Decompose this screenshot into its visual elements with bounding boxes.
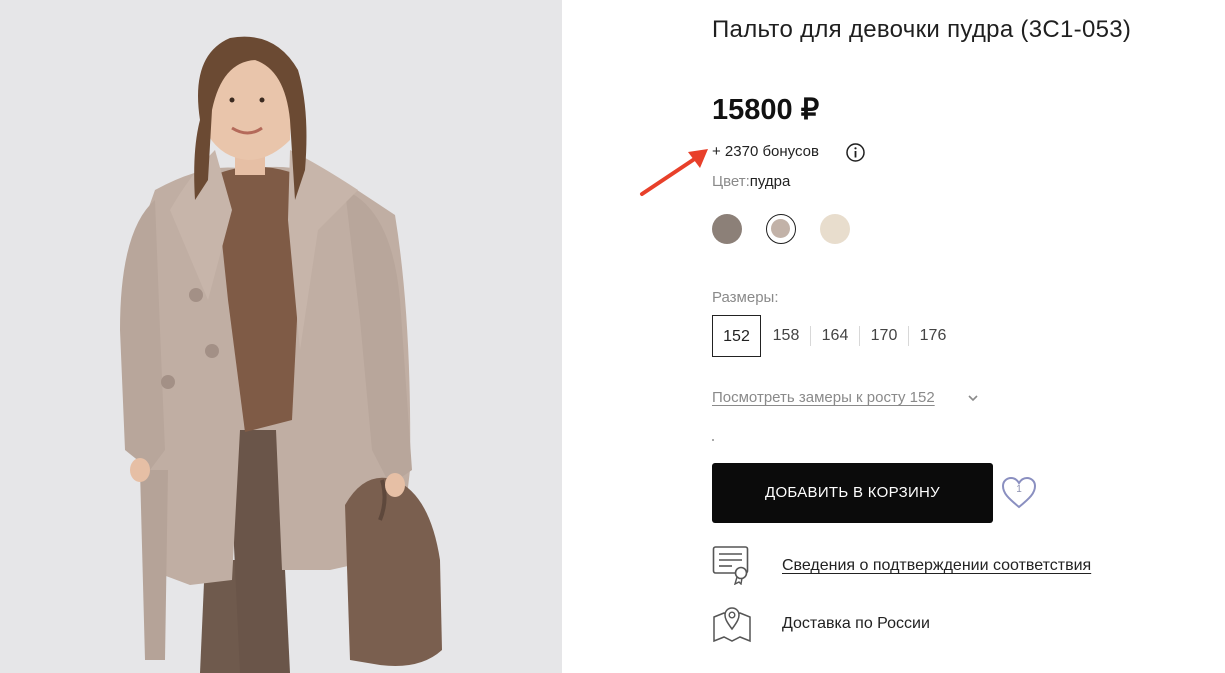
swatch-cream[interactable] bbox=[820, 214, 850, 244]
size-divider bbox=[810, 326, 811, 346]
swatch-powder[interactable] bbox=[766, 214, 796, 244]
delivery-info[interactable]: Доставка по России bbox=[782, 615, 930, 633]
color-label: Цвет: bbox=[712, 173, 750, 190]
info-icon[interactable] bbox=[846, 143, 865, 162]
sizes-label: Размеры: bbox=[712, 289, 779, 306]
divider-dot bbox=[712, 439, 714, 441]
chevron-down-icon[interactable] bbox=[968, 394, 978, 402]
certificate-icon bbox=[712, 546, 749, 585]
product-title: Пальто для девочки пудра (3С1-053) bbox=[712, 16, 1132, 43]
wishlist-count: 1 bbox=[1016, 484, 1022, 495]
product-price: 15800 ₽ bbox=[712, 94, 820, 126]
size-option[interactable]: 176 bbox=[910, 315, 956, 357]
certificate-link[interactable]: Сведения о подтверждении соответствия bbox=[782, 557, 1091, 575]
size-option[interactable]: 158 bbox=[763, 315, 809, 357]
swatch-taupe[interactable] bbox=[712, 214, 742, 244]
size-divider bbox=[908, 326, 909, 346]
bonus-points: + 2370 бонусов bbox=[712, 143, 819, 160]
measurements-link[interactable]: Посмотреть замеры к росту 152 bbox=[712, 389, 935, 406]
size-option[interactable]: 152 bbox=[712, 315, 761, 357]
color-line: Цвет:пудра bbox=[712, 173, 790, 190]
size-option[interactable]: 164 bbox=[812, 315, 858, 357]
add-to-cart-button[interactable]: ДОБАВИТЬ В КОРЗИНУ bbox=[712, 463, 993, 523]
size-divider bbox=[859, 326, 860, 346]
annotation-arrow-icon bbox=[640, 149, 708, 196]
map-location-icon bbox=[713, 607, 751, 643]
color-value: пудра bbox=[749, 173, 791, 190]
product-photo bbox=[0, 0, 562, 673]
size-option[interactable]: 170 bbox=[861, 315, 907, 357]
product-info: Пальто для девочки пудра (3С1-053) 15800… bbox=[712, 0, 1212, 673]
